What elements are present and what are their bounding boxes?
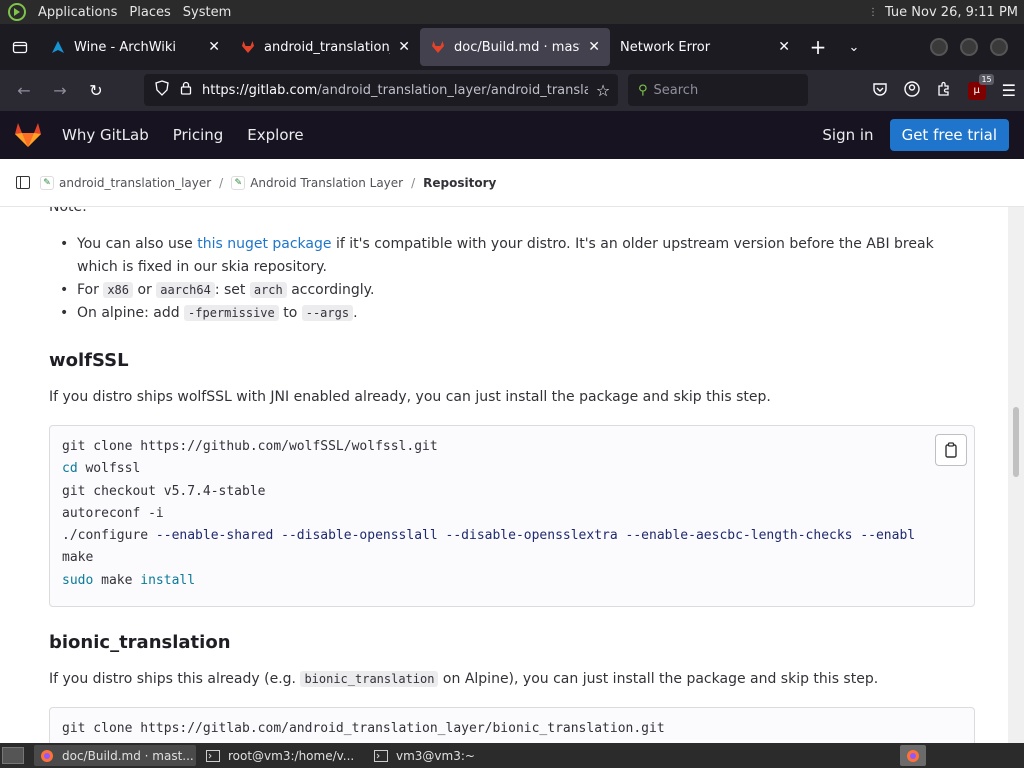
bionic-code-block[interactable]: git clone https://gitlab.com/android_tra… [49, 707, 975, 743]
extensions-icon[interactable] [936, 81, 952, 101]
window-controls [930, 38, 1008, 56]
gitlab-icon [240, 39, 256, 55]
close-icon[interactable]: ✕ [208, 39, 220, 55]
tab-android-translation-layer[interactable]: android_translation_la ✕ [230, 28, 420, 66]
taskbar-item-terminal-root[interactable]: root@vm3:/home/v... [200, 745, 364, 766]
firefox-icon [907, 749, 919, 762]
gitlab-icon [430, 39, 446, 55]
search-icon: ⚲ [638, 82, 648, 98]
sign-in-link[interactable]: Sign in [822, 126, 873, 144]
close-window-button[interactable] [990, 38, 1008, 56]
system-menu[interactable]: System [183, 5, 231, 20]
close-icon[interactable]: ✕ [588, 39, 600, 55]
minimize-button[interactable] [930, 38, 948, 56]
hamburger-menu-icon[interactable]: ☰ [1002, 81, 1016, 100]
explore-link[interactable]: Explore [247, 126, 303, 144]
get-free-trial-button[interactable]: Get free trial [889, 119, 1009, 151]
copy-code-button[interactable] [935, 434, 967, 466]
workspace-switcher[interactable] [900, 745, 926, 766]
tab-title: android_translation_la [264, 39, 390, 55]
system-top-panel: Applications Places System ⋮ Tue Nov 26,… [0, 0, 1024, 24]
url-text[interactable]: https://gitlab.com/android_translation_l… [202, 83, 588, 98]
browser-tab-bar: Wine - ArchWiki ✕ android_translation_la… [0, 24, 1024, 70]
sidebar-toggle-icon[interactable] [16, 176, 30, 189]
close-icon[interactable]: ✕ [398, 39, 410, 55]
bionic-translation-description: If you distro ships this already (e.g. b… [49, 671, 879, 687]
firefox-icon [40, 749, 54, 763]
tab-build-md[interactable]: doc/Build.md · master ✕ [420, 28, 610, 66]
wolfssl-heading: wolfSSL [49, 350, 129, 371]
note-label: Note: [49, 207, 87, 215]
show-desktop-button[interactable] [2, 747, 24, 764]
why-gitlab-link[interactable]: Why GitLab [62, 126, 149, 144]
toolbar-icons: μ 15 ☰ [872, 70, 1016, 111]
pricing-link[interactable]: Pricing [173, 126, 224, 144]
code-text[interactable]: git clone https://github.com/wolfSSL/wol… [50, 426, 974, 592]
ublock-badge: 15 [979, 73, 994, 85]
breadcrumb: ✎ android_translation_layer / ✎ Android … [0, 159, 1024, 207]
gitlab-logo-icon[interactable] [14, 122, 42, 148]
breadcrumb-group[interactable]: android_translation_layer [59, 176, 211, 190]
terminal-icon [374, 749, 388, 763]
wolfssl-code-block[interactable]: git clone https://github.com/wolfSSL/wol… [49, 425, 975, 607]
maximize-button[interactable] [960, 38, 978, 56]
list-item: You can also use this nuget package if i… [60, 233, 960, 279]
forward-arrow-icon[interactable]: → [42, 81, 78, 100]
list-item: On alpine: add -fpermissive to --args. [60, 302, 960, 325]
handle-icon: ⋮ [867, 6, 878, 18]
search-input[interactable]: Search [654, 83, 699, 98]
code-text[interactable]: git clone https://gitlab.com/android_tra… [50, 708, 974, 740]
back-arrow-icon[interactable]: ← [6, 81, 42, 100]
taskbar-item-firefox[interactable]: doc/Build.md · mast... [34, 745, 196, 766]
list-item: For x86 or aarch64: set arch accordingly… [60, 279, 960, 302]
navigation-bar: ← → ↻ https://gitlab.com/android_transla… [0, 70, 1024, 111]
account-icon[interactable] [903, 80, 920, 101]
page-scrollbar[interactable] [1008, 207, 1024, 743]
scrollbar-thumb[interactable] [1013, 407, 1019, 477]
pocket-icon[interactable] [872, 81, 888, 101]
wolfssl-description: If you distro ships wolfSSL with JNI ena… [49, 389, 771, 405]
url-bar[interactable]: https://gitlab.com/android_translation_l… [144, 74, 618, 106]
taskbar-item-terminal-vm3[interactable]: vm3@vm3:~ [368, 745, 488, 766]
tab-title: Wine - ArchWiki [74, 39, 177, 55]
bottom-taskbar: doc/Build.md · mast... root@vm3:/home/v.… [0, 743, 1024, 768]
tab-title: doc/Build.md · master [454, 39, 580, 55]
new-tab-icon[interactable]: + [800, 35, 836, 59]
clock[interactable]: Tue Nov 26, 9:11 PM [885, 5, 1018, 20]
clipboard-icon [945, 442, 957, 458]
tab-wine-archwiki[interactable]: Wine - ArchWiki ✕ [40, 28, 230, 66]
terminal-icon [206, 749, 220, 763]
tab-title: Network Error [620, 39, 711, 55]
places-menu[interactable]: Places [129, 5, 170, 20]
bionic-translation-heading: bionic_translation [49, 632, 231, 653]
bookmark-star-icon[interactable]: ☆ [588, 81, 618, 100]
project-avatar-icon: ✎ [231, 175, 246, 190]
breadcrumb-current[interactable]: Repository [423, 176, 496, 190]
search-bar[interactable]: ⚲ Search [628, 74, 808, 106]
notes-list: You can also use this nuget package if i… [60, 233, 960, 325]
tab-overview-icon[interactable] [0, 24, 40, 70]
reload-icon[interactable]: ↻ [78, 81, 114, 100]
close-icon[interactable]: ✕ [778, 39, 790, 55]
applications-menu[interactable]: Applications [38, 5, 117, 20]
lock-icon[interactable] [174, 81, 198, 99]
markdown-content: Note: You can also use this nuget packag… [0, 207, 1008, 743]
group-avatar-icon: ✎ [40, 175, 54, 190]
gitlab-header: Why GitLab Pricing Explore Sign in Get f… [0, 111, 1024, 159]
shield-icon[interactable] [150, 80, 174, 100]
ublock-origin-icon[interactable]: μ 15 [967, 73, 994, 100]
nuget-package-link[interactable]: this nuget package [197, 236, 331, 252]
chevron-down-icon[interactable]: ⌄ [836, 40, 872, 55]
system-logo-icon[interactable] [8, 3, 26, 21]
archlinux-icon [50, 39, 66, 55]
breadcrumb-project[interactable]: Android Translation Layer [250, 176, 403, 190]
tab-network-error[interactable]: Network Error ✕ [610, 28, 800, 66]
